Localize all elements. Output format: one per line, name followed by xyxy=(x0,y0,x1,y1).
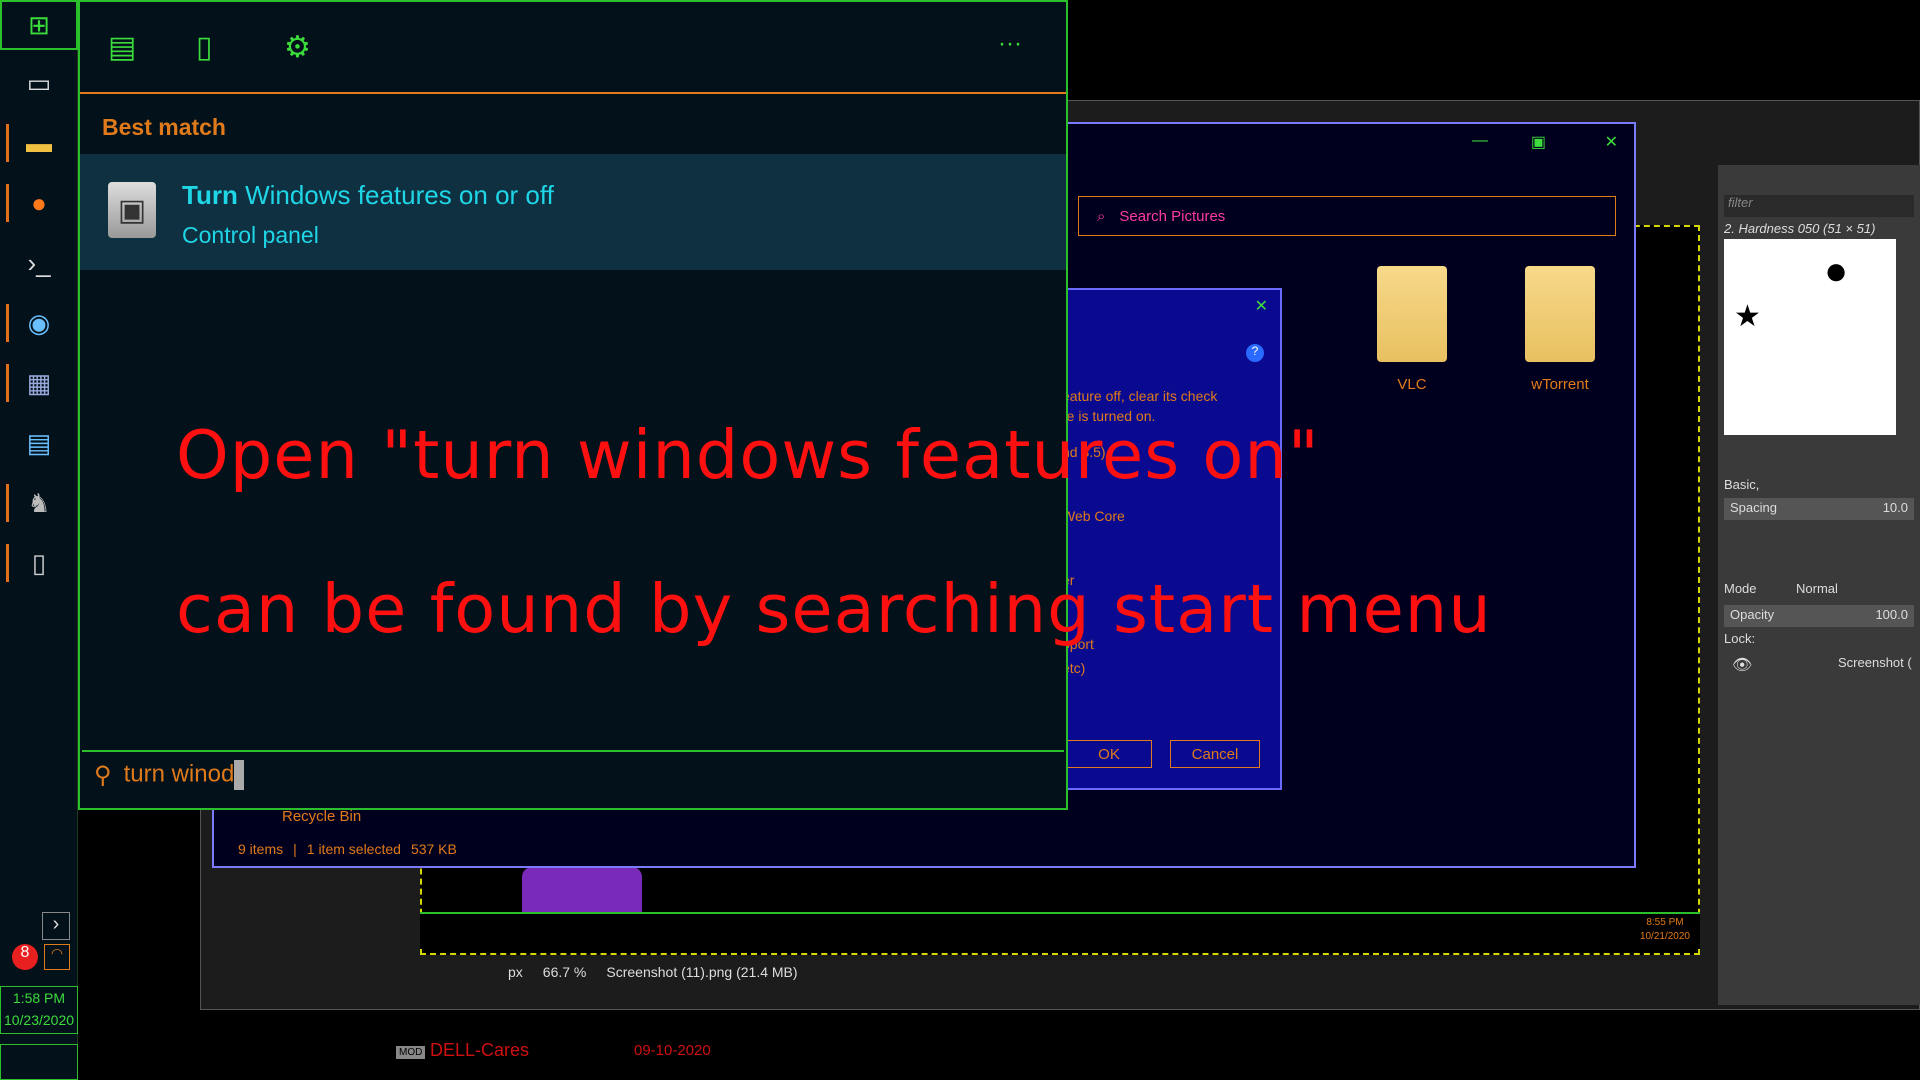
inner-clock-time: 8:55 PM xyxy=(1646,917,1684,928)
opacity-slider[interactable]: Opacity 100.0 xyxy=(1724,605,1914,627)
lock-label: Lock: xyxy=(1724,631,1756,646)
forum-post-date: 09-10-2020 xyxy=(634,1042,711,1059)
taskbar-item-gimp[interactable]: ♞ xyxy=(6,476,72,530)
opacity-value: 100.0 xyxy=(1875,607,1908,622)
taskbar: ⊞ ▭ ▬ ● ›_ ◉ ▦ ▤ ♞ ▯ › 8 ◠ 1:58 PM 10/23… xyxy=(0,0,78,1080)
windows-logo-icon: ⊞ xyxy=(28,9,50,40)
recycle-bin-item[interactable]: Recycle Bin xyxy=(282,808,361,825)
explorer-statusbar: 9 items | 1 item selected 537 KB xyxy=(238,841,457,857)
wifi-icon[interactable]: ◠ xyxy=(44,944,70,970)
taskbar-item-firefox[interactable]: ● xyxy=(6,176,72,230)
dialog-close-icon[interactable]: ✕ xyxy=(1255,296,1268,316)
search-value: turn winod xyxy=(123,760,235,788)
contact-card-icon: ▤ xyxy=(26,427,52,458)
brush-preset[interactable]: Basic, xyxy=(1724,477,1759,492)
search-icon: ⚲ xyxy=(94,761,112,789)
clock-date: 10/23/2020 xyxy=(3,1012,75,1028)
gimp-dock: filter 2. Hardness 050 (51 × 51) ● ★ Bas… xyxy=(1718,165,1920,1005)
control-panel-icon: ▦ xyxy=(26,367,52,398)
status-items: 9 items xyxy=(238,841,284,857)
status-size: 537 KB xyxy=(410,841,457,857)
inner-clock-date: 10/21/2020 xyxy=(1639,931,1690,942)
status-selected: 1 item selected xyxy=(306,841,401,857)
taskbar-item-contact-card[interactable]: ▤ xyxy=(6,416,72,470)
opacity-label: Opacity xyxy=(1730,607,1775,622)
folder-item-wtorrent[interactable]: wTorrent xyxy=(1500,266,1620,393)
zoom-select[interactable]: 66.7 % xyxy=(543,964,587,980)
folder-label: wTorrent xyxy=(1531,376,1589,393)
firefox-icon: ● xyxy=(31,187,47,218)
canvas-figure xyxy=(522,867,642,917)
taskbar-item-control-panel[interactable]: ▦ xyxy=(6,356,72,410)
explorer-minimize-icon[interactable]: — xyxy=(1472,132,1488,150)
file-info: Screenshot (11).png (21.4 MB) xyxy=(606,964,798,980)
news-icon[interactable]: ▤ xyxy=(108,30,136,65)
windows-features-icon: ▣ xyxy=(108,182,156,238)
best-match-heading: Best match xyxy=(102,114,226,140)
annotation-overlay: Open "turn windows features on" can be f… xyxy=(176,340,1492,725)
taskbar-clock[interactable]: 1:58 PM 10/23/2020 xyxy=(0,986,78,1034)
result-title-rest: Windows features on or off xyxy=(237,180,554,210)
taskbar-item-terminal-window[interactable]: ▭ xyxy=(6,56,72,110)
spacing-slider[interactable]: Spacing 10.0 xyxy=(1724,498,1914,520)
start-button[interactable]: ⊞ xyxy=(0,0,78,50)
mod-badge: MOD xyxy=(396,1046,426,1059)
show-desktop-button[interactable] xyxy=(0,1044,78,1080)
explorer-maximize-icon[interactable]: ▣ xyxy=(1531,132,1546,152)
eye-icon[interactable]: 👁 xyxy=(1732,655,1752,675)
forum-user-link[interactable]: DELL-Cares xyxy=(430,1040,529,1061)
brush-name: 2. Hardness 050 (51 × 51) xyxy=(1724,221,1876,236)
annotation-line-1: Open "turn windows features on" xyxy=(176,416,1320,494)
text-caret xyxy=(234,760,245,790)
layer-name[interactable]: Screenshot ( xyxy=(1838,655,1912,670)
file-explorer-icon: ▬ xyxy=(26,127,52,158)
explorer-close-icon[interactable]: ✕ xyxy=(1605,132,1618,152)
taskbar-item-steam[interactable]: ◉ xyxy=(6,296,72,350)
result-title: Turn Windows features on or off xyxy=(182,180,554,211)
start-search-input[interactable]: ⚲ turn winod xyxy=(82,750,1064,798)
mode-select[interactable]: Normal xyxy=(1796,581,1838,596)
document-icon[interactable]: ▯ xyxy=(196,30,213,65)
taskbar-item-file-explorer[interactable]: ▬ xyxy=(6,116,72,170)
clock-time: 1:58 PM xyxy=(12,990,66,1006)
brush-grid[interactable]: ● ★ xyxy=(1724,239,1896,435)
unit-select[interactable]: px xyxy=(508,964,523,980)
more-options-button[interactable]: ··· xyxy=(998,30,1022,58)
gimp-icon: ♞ xyxy=(27,487,51,518)
taskbar-item-system[interactable]: ▯ xyxy=(6,536,72,590)
search-placeholder: Search Pictures xyxy=(1119,207,1226,225)
result-title-bold: Turn xyxy=(182,180,238,210)
annotation-line-2: can be found by searching start menu xyxy=(176,570,1492,648)
folder-icon xyxy=(1525,266,1595,362)
gimp-statusbar: px 66.7 % Screenshot (11).png (21.4 MB) xyxy=(508,964,798,980)
ok-button[interactable]: OK xyxy=(1066,740,1152,768)
system-icon: ▯ xyxy=(31,547,47,578)
spacing-value: 10.0 xyxy=(1882,500,1908,515)
spacing-label: Spacing xyxy=(1730,500,1777,515)
canvas-taskbar-screenshot: 8:55 PM 10/21/2020 xyxy=(420,912,1700,948)
brush-filter-input[interactable]: filter xyxy=(1724,195,1914,217)
result-subtitle: Control panel xyxy=(182,222,319,248)
terminal-icon: ›_ xyxy=(27,247,51,278)
explorer-search-input[interactable]: ⌕ Search Pictures xyxy=(1078,196,1616,236)
mode-label: Mode xyxy=(1724,581,1757,596)
settings-gear-icon[interactable]: ⚙ xyxy=(284,30,311,65)
terminal-window-icon: ▭ xyxy=(26,67,52,98)
search-result-item[interactable]: ▣ Turn Windows features on or off Contro… xyxy=(80,154,1066,270)
search-icon: ⌕ xyxy=(1097,207,1106,225)
chevron-right-icon[interactable]: › xyxy=(42,912,70,940)
start-menu-header: ▤ ▯ ⚙ ··· xyxy=(80,2,1066,94)
steam-icon: ◉ xyxy=(27,307,51,338)
cancel-button[interactable]: Cancel xyxy=(1170,740,1260,768)
taskbar-item-terminal[interactable]: ›_ xyxy=(6,236,72,290)
notification-badge-icon[interactable]: 8 xyxy=(12,944,38,970)
